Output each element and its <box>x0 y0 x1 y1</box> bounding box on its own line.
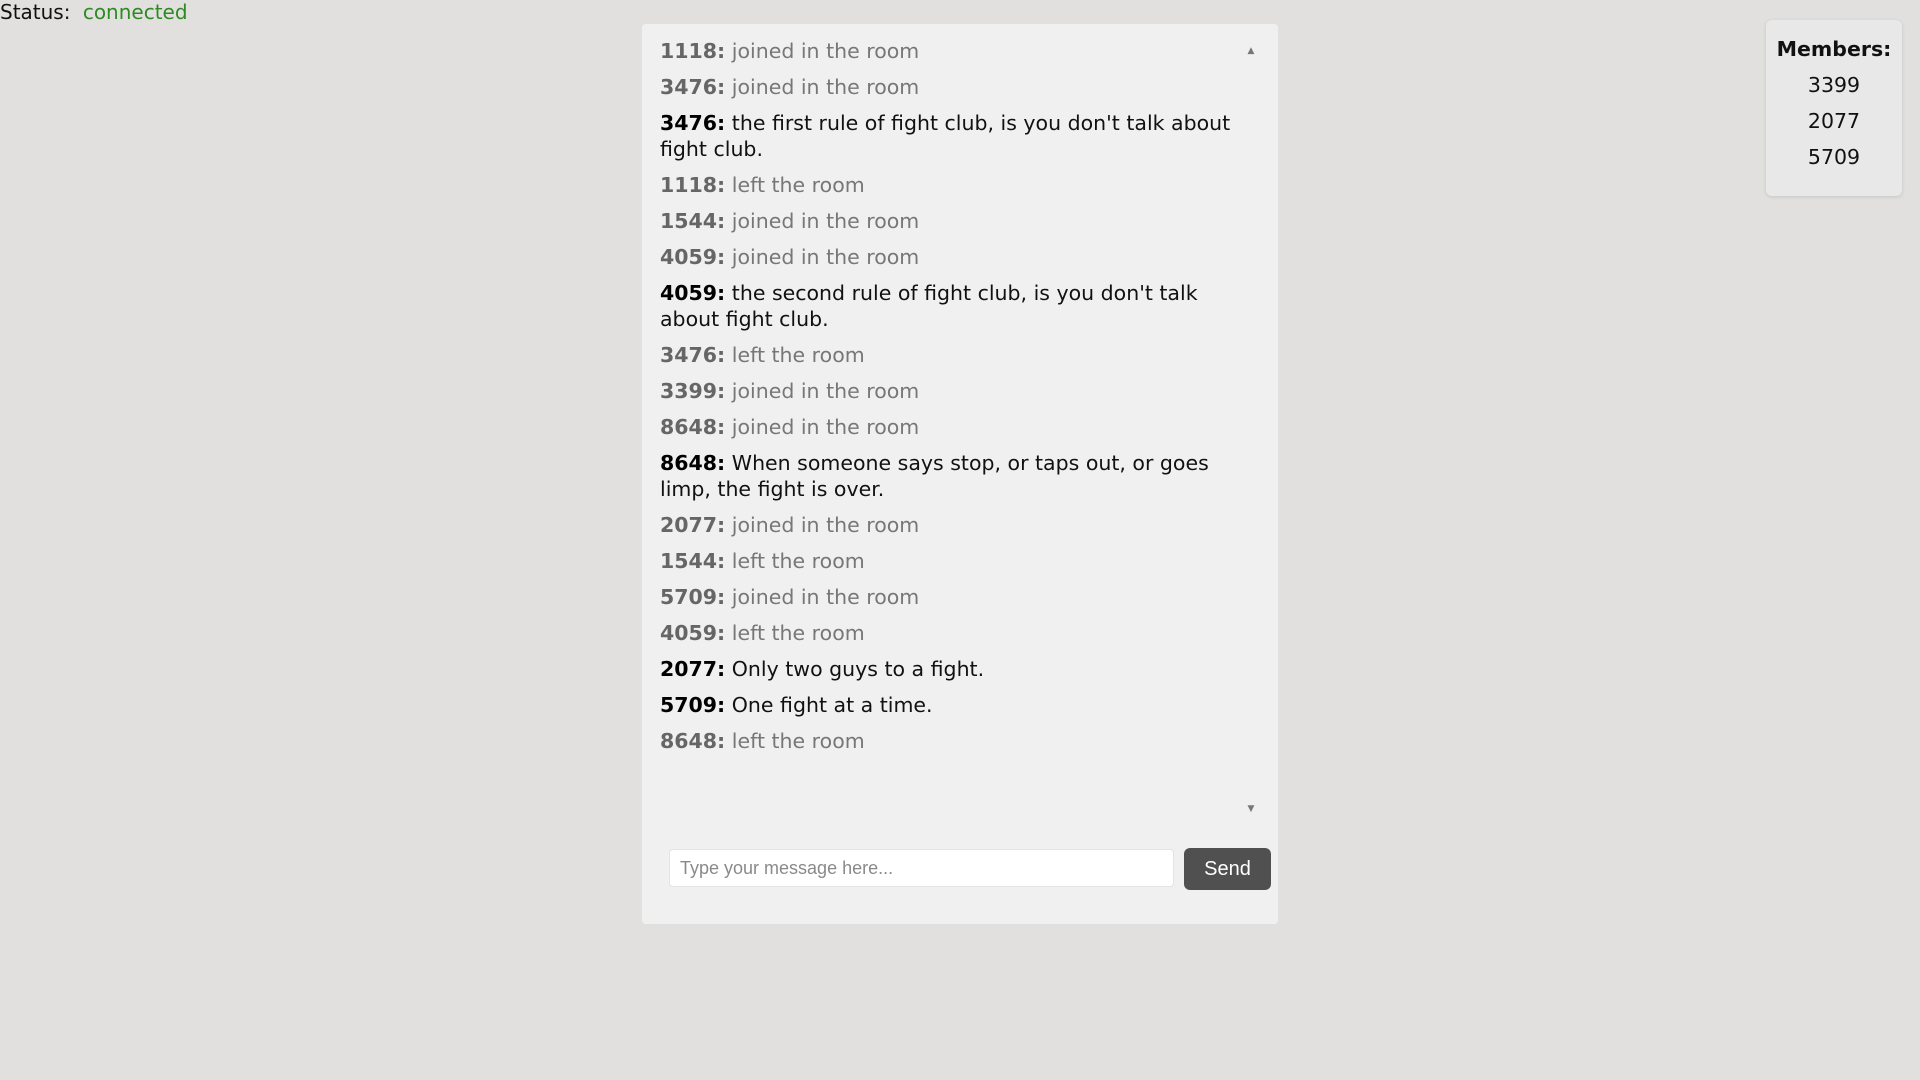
message-author: 2077: <box>660 513 726 537</box>
scroll-up-icon[interactable]: ▲ <box>1244 44 1258 58</box>
message-author: 5709: <box>660 585 726 609</box>
status-label: Status: <box>0 0 71 24</box>
message-text: the first rule of fight club, is you don… <box>660 111 1231 161</box>
message-text: left the room <box>731 173 865 197</box>
event-message: 3399: joined in the room <box>660 378 1245 404</box>
message-text: left the room <box>731 729 865 753</box>
message-composer: Send <box>669 848 1271 890</box>
chat-message: 3476: the first rule of fight club, is y… <box>660 110 1245 162</box>
event-message: 1544: joined in the room <box>660 208 1245 234</box>
message-text: One fight at a time. <box>731 693 933 717</box>
event-message: 5709: joined in the room <box>660 584 1245 610</box>
message-text: left the room <box>731 549 865 573</box>
event-message: 3476: joined in the room <box>660 74 1245 100</box>
message-author: 1118: <box>660 39 726 63</box>
message-text: joined in the room <box>731 415 920 439</box>
send-button[interactable]: Send <box>1184 848 1271 890</box>
message-text: joined in the room <box>731 585 920 609</box>
message-text: left the room <box>731 343 865 367</box>
message-text: When someone says stop, or taps out, or … <box>660 451 1209 501</box>
message-text: joined in the room <box>731 209 920 233</box>
status-bar: Status: connected <box>0 0 188 24</box>
message-author: 8648: <box>660 729 726 753</box>
message-text: left the room <box>731 621 865 645</box>
message-author: 3399: <box>660 379 726 403</box>
message-author: 4059: <box>660 245 726 269</box>
chat-message: 5709: One fight at a time. <box>660 692 1245 718</box>
event-message: 3476: left the room <box>660 342 1245 368</box>
message-text: joined in the room <box>731 379 920 403</box>
message-author: 2077: <box>660 657 726 681</box>
message-author: 8648: <box>660 415 726 439</box>
message-input[interactable] <box>669 849 1174 887</box>
message-author: 3476: <box>660 111 726 135</box>
message-text: Only two guys to a fight. <box>731 657 985 681</box>
message-text: joined in the room <box>731 513 920 537</box>
chat-message: 4059: the second rule of fight club, is … <box>660 280 1245 332</box>
scroll-down-icon[interactable]: ▼ <box>1244 802 1258 816</box>
event-message: 1118: joined in the room <box>660 38 1245 64</box>
message-text: joined in the room <box>731 75 920 99</box>
chat-message: 8648: When someone says stop, or taps ou… <box>660 450 1245 502</box>
message-author: 1544: <box>660 549 726 573</box>
event-message: 1118: left the room <box>660 172 1245 198</box>
member-item: 3399 <box>1807 73 1861 97</box>
message-author: 4059: <box>660 281 726 305</box>
chat-panel: 1118: joined in the room 3476: joined in … <box>642 24 1278 924</box>
message-list[interactable]: 1118: joined in the room 3476: joined in … <box>660 38 1245 838</box>
message-author: 8648: <box>660 451 726 475</box>
message-author: 1118: <box>660 173 726 197</box>
members-title: Members: <box>1776 37 1892 61</box>
message-author: 5709: <box>660 693 726 717</box>
message-author: 3476: <box>660 343 726 367</box>
message-author: 1544: <box>660 209 726 233</box>
event-message: 1544: left the room <box>660 548 1245 574</box>
message-author: 3476: <box>660 75 726 99</box>
message-text: joined in the room <box>731 245 920 269</box>
members-panel: Members: 3399 2077 5709 <box>1766 20 1902 196</box>
message-text: the second rule of fight club, is you do… <box>660 281 1198 331</box>
member-item: 2077 <box>1807 109 1861 133</box>
event-message: 8648: left the room <box>660 728 1245 754</box>
event-message: 8648: joined in the room <box>660 414 1245 440</box>
status-value: connected <box>82 0 188 24</box>
message-text: joined in the room <box>731 39 920 63</box>
event-message: 2077: joined in the room <box>660 512 1245 538</box>
message-author: 4059: <box>660 621 726 645</box>
chat-message: 2077: Only two guys to a fight. <box>660 656 1245 682</box>
event-message: 4059: joined in the room <box>660 244 1245 270</box>
member-item: 5709 <box>1807 145 1861 169</box>
member-list: 3399 2077 5709 <box>1766 72 1902 170</box>
event-message: 4059: left the room <box>660 620 1245 646</box>
